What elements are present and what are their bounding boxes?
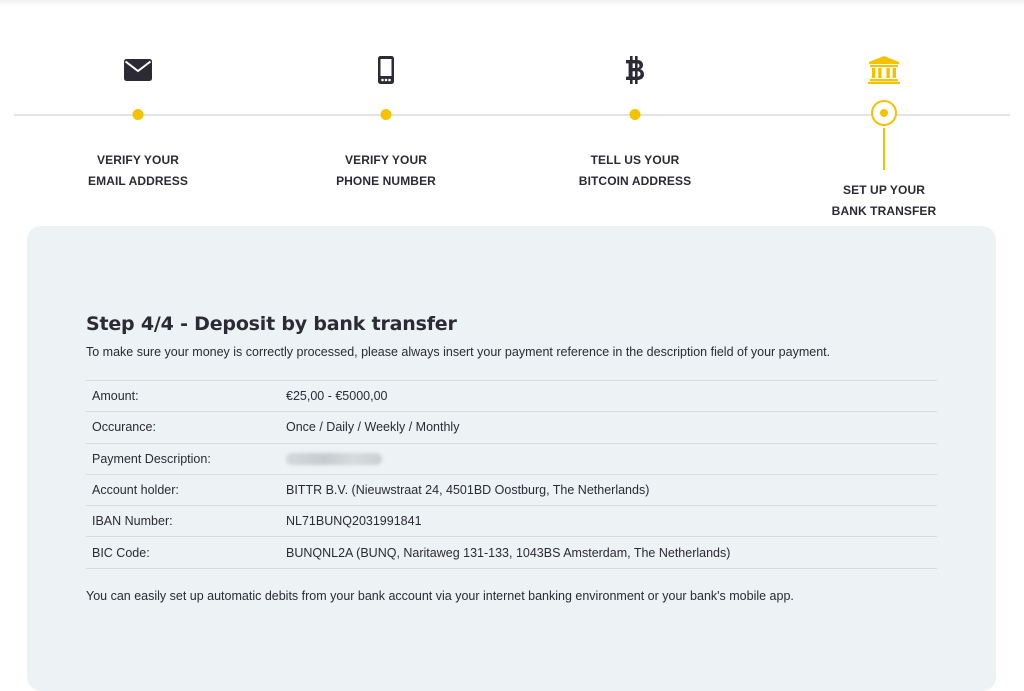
row-label: Account holder: [86,473,280,506]
step-verify-phone: VERIFY YOUR PHONE NUMBER [286,0,486,225]
step-connector [883,128,885,170]
bank-icon [864,52,904,88]
step-label: VERIFY YOUR EMAIL ADDRESS [88,153,188,188]
table-row: Account holder: BITTR B.V. (Nieuwstraat … [86,473,937,506]
step-dot-active [871,100,897,126]
progress-stepper: VERIFY YOUR EMAIL ADDRESS VERIFY YOUR PH… [0,0,1024,225]
step-label: VERIFY YOUR PHONE NUMBER [336,153,436,188]
row-value[interactable]: €25,00 - €5000,00 [280,379,937,412]
table-row: BIC Code: BUNQNL2A (BUNQ, Naritaweg 131-… [86,536,937,569]
row-label: BIC Code: [86,536,280,569]
step-bitcoin-address: TELL US YOUR BITCOIN ADDRESS [535,0,735,225]
card-footer-text: You can easily set up automatic debits f… [86,589,794,603]
card-title: Step 4/4 - Deposit by bank transfer [86,313,457,335]
step-verify-email: VERIFY YOUR EMAIL ADDRESS [38,0,238,225]
step-label: SET UP YOUR BANK TRANSFER [831,183,937,218]
redacted-payment-reference [286,453,382,466]
table-row: Amount: €25,00 - €5000,00 [86,379,937,412]
card-intro-text: To make sure your money is correctly pro… [86,345,831,359]
smartphone-icon [366,52,406,88]
step-bank-transfer: SET UP YOUR BANK TRANSFER [784,0,984,225]
bank-transfer-card: Step 4/4 - Deposit by bank transfer To m… [27,226,996,691]
row-label: IBAN Number: [86,505,280,537]
step-dot [380,109,392,120]
row-value[interactable]: NL71BUNQ2031991841 [280,505,937,537]
row-value[interactable] [280,442,937,475]
row-value[interactable]: Once / Daily / Weekly / Monthly [280,411,937,444]
row-label: Occurance: [86,411,280,444]
envelope-icon [118,52,158,88]
row-label: Payment Description: [86,442,280,475]
table-row: Payment Description: [86,442,937,475]
transfer-details-table: Amount: €25,00 - €5000,00 Occurance: Onc… [86,379,937,569]
row-label: Amount: [86,379,280,412]
step-dot [132,109,144,120]
row-value[interactable]: BUNQNL2A (BUNQ, Naritaweg 131-133, 1043B… [280,536,937,569]
row-value[interactable]: BITTR B.V. (Nieuwstraat 24, 4501BD Oostb… [280,473,937,506]
bitcoin-icon [615,52,655,88]
table-row: Occurance: Once / Daily / Weekly / Month… [86,411,937,444]
table-row: IBAN Number: NL71BUNQ2031991841 [86,505,937,537]
step-dot [629,109,641,120]
step-label: TELL US YOUR BITCOIN ADDRESS [578,153,692,188]
